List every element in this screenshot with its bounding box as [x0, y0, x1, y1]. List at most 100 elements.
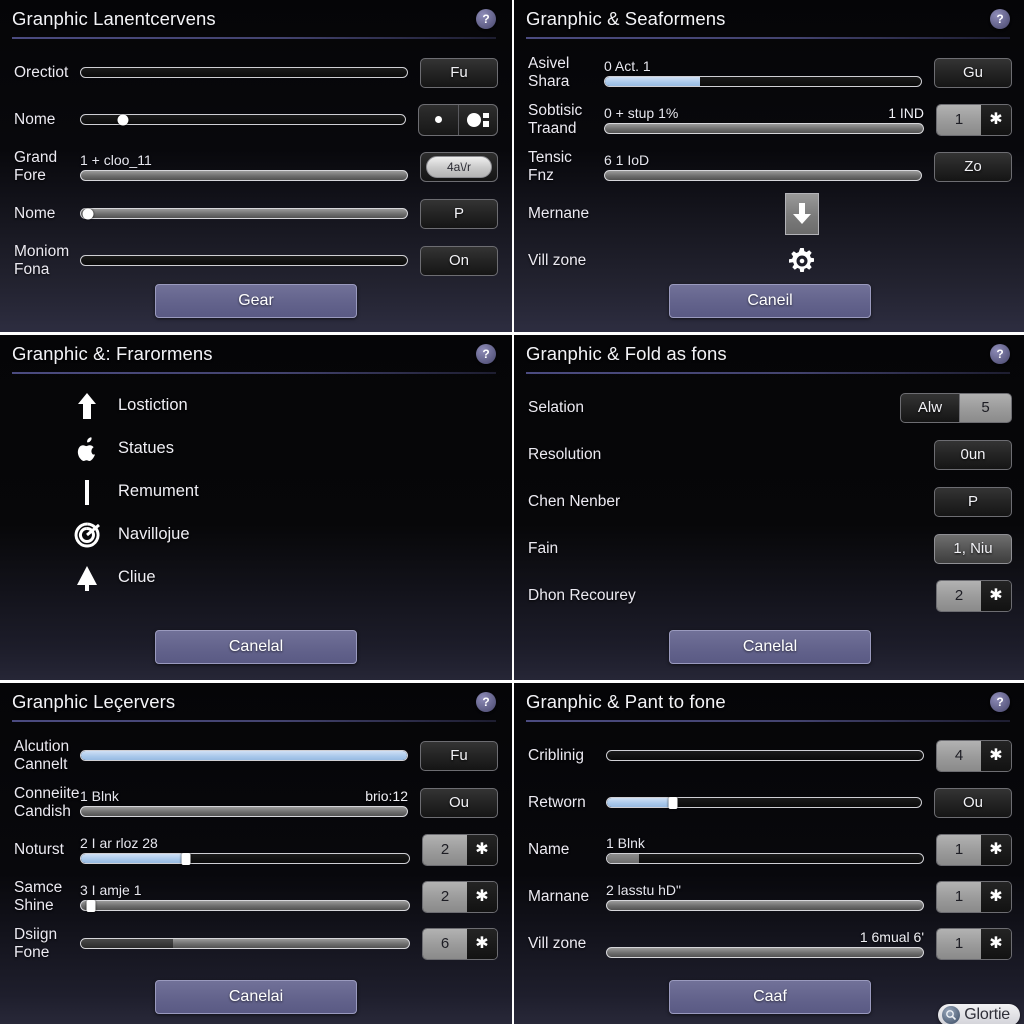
spinner-step-icon[interactable]: ✱ [467, 834, 497, 865]
row-control-1-1: 1 ✱ [936, 103, 1012, 136]
help-icon[interactable]: ? [990, 344, 1010, 364]
slider-track[interactable] [604, 123, 924, 134]
list-item[interactable]: Statues [14, 427, 498, 470]
list-item[interactable]: Navillojue [14, 513, 498, 556]
help-icon[interactable]: ? [476, 692, 496, 712]
list-item[interactable]: Lostiction [14, 384, 498, 427]
slider-knob[interactable] [117, 114, 129, 125]
slider-track[interactable] [80, 170, 408, 181]
row-label: Fain [528, 539, 559, 557]
gear-icon[interactable] [787, 246, 817, 276]
slider-track[interactable] [80, 852, 410, 865]
slider-track[interactable] [80, 750, 408, 761]
download-button[interactable] [785, 192, 819, 235]
spinner-step-icon[interactable]: ✱ [467, 928, 497, 959]
spinner-step-icon[interactable]: ✱ [981, 928, 1011, 959]
slider-track[interactable] [80, 899, 410, 912]
slider-track[interactable] [606, 796, 922, 809]
action-button[interactable]: Fu [420, 740, 498, 771]
title-row: Granphic & Pant to fone? [526, 691, 1010, 713]
row-control-0-2: 4a\/r [420, 151, 498, 182]
spinner-value[interactable]: 1 [937, 881, 981, 912]
slider-track[interactable] [604, 76, 922, 87]
row-label: Nome [14, 110, 56, 128]
action-button[interactable]: Ou [420, 787, 498, 818]
help-icon[interactable]: ? [476, 344, 496, 364]
spinner-value[interactable]: 6 [423, 928, 467, 959]
row-label: Sobtisic Traand [528, 102, 583, 137]
primary-action-button[interactable]: Canelal [669, 630, 871, 664]
spinner-control[interactable]: 6 ✱ [422, 927, 498, 960]
action-button[interactable]: 1, Niu [934, 533, 1012, 564]
slider-knob[interactable] [86, 899, 96, 912]
spinner-control[interactable]: 1 ✱ [936, 833, 1012, 866]
toggle-option-on[interactable] [457, 104, 498, 135]
pill-button-frame[interactable]: 4a\/r [420, 151, 498, 182]
spinner-control[interactable]: 1 ✱ [936, 880, 1012, 913]
primary-action-button[interactable]: Caaf [669, 980, 871, 1014]
slider-track[interactable] [80, 208, 408, 219]
spinner-value[interactable]: 2 [423, 834, 467, 865]
spinner-step-icon[interactable]: ✱ [981, 881, 1011, 912]
help-icon[interactable]: ? [476, 9, 496, 29]
action-button[interactable]: On [420, 245, 498, 276]
spinner-control[interactable]: 2 ✱ [422, 880, 498, 913]
pair-value[interactable]: 5 [960, 392, 1012, 423]
action-button[interactable]: Fu [420, 57, 498, 88]
slider-track[interactable] [606, 947, 924, 958]
pill-button[interactable]: 4a\/r [426, 155, 492, 178]
action-button[interactable]: Zo [934, 151, 1012, 182]
list-item-label: Lostiction [118, 396, 188, 414]
action-button[interactable]: P [934, 486, 1012, 517]
pair-button[interactable]: Alw [900, 392, 960, 423]
spinner-step-icon[interactable]: ✱ [981, 834, 1011, 865]
toggle-group[interactable] [418, 103, 498, 136]
spinner-step-icon[interactable]: ✱ [981, 580, 1011, 611]
spinner-step-icon[interactable]: ✱ [981, 740, 1011, 771]
primary-action-button[interactable]: Gear [155, 284, 357, 318]
spinner-control[interactable]: 1 ✱ [936, 103, 1012, 136]
spinner-value[interactable]: 2 [937, 580, 981, 611]
spinner-value[interactable]: 1 [937, 104, 981, 135]
spinner-control[interactable]: 1 ✱ [936, 927, 1012, 960]
list-item-label: Statues [118, 439, 174, 457]
action-button[interactable]: P [420, 198, 498, 229]
primary-action-button[interactable]: Caneil [669, 284, 871, 318]
panel-titlebar: Granphic Leçervers? [0, 683, 512, 722]
slider-track[interactable] [606, 853, 924, 864]
slider-track[interactable] [80, 114, 406, 125]
slider-track[interactable] [80, 806, 408, 817]
list-item[interactable]: Remument [14, 470, 498, 513]
slider-fill [607, 854, 639, 863]
spinner-control[interactable]: 2 ✱ [936, 579, 1012, 612]
vertical-bar-icon [70, 475, 104, 509]
help-icon[interactable]: ? [990, 692, 1010, 712]
slider-track[interactable] [80, 938, 410, 949]
slider-track[interactable] [604, 170, 922, 181]
slider-track[interactable] [606, 900, 924, 911]
slider-track[interactable] [80, 67, 408, 78]
slider-knob[interactable] [668, 796, 678, 809]
action-button[interactable]: 0un [934, 439, 1012, 470]
primary-action-button[interactable]: Canelal [155, 630, 357, 664]
spinner-value[interactable]: 4 [937, 740, 981, 771]
spinner-value[interactable]: 1 [937, 834, 981, 865]
spinner-value[interactable]: 2 [423, 881, 467, 912]
slider-track[interactable] [80, 255, 408, 266]
action-button[interactable]: Ou [934, 787, 1012, 818]
primary-action-button[interactable]: Canelai [155, 980, 357, 1014]
spinner-step-icon[interactable]: ✱ [467, 881, 497, 912]
spinner-control[interactable]: 2 ✱ [422, 833, 498, 866]
slider-knob[interactable] [82, 208, 94, 219]
slider-value-text: 1 Blnk brio:12 [80, 788, 408, 804]
slider-track[interactable] [606, 750, 924, 761]
list-item[interactable]: Cliue [14, 556, 498, 599]
action-button[interactable]: Gu [934, 57, 1012, 88]
panel-title: Granphic &: Frarormens [12, 343, 213, 364]
spinner-step-icon[interactable]: ✱ [981, 104, 1011, 135]
toggle-option-off[interactable] [419, 105, 458, 135]
spinner-control[interactable]: 4 ✱ [936, 739, 1012, 772]
help-icon[interactable]: ? [990, 9, 1010, 29]
spinner-value[interactable]: 1 [937, 928, 981, 959]
slider-knob[interactable] [181, 852, 191, 865]
